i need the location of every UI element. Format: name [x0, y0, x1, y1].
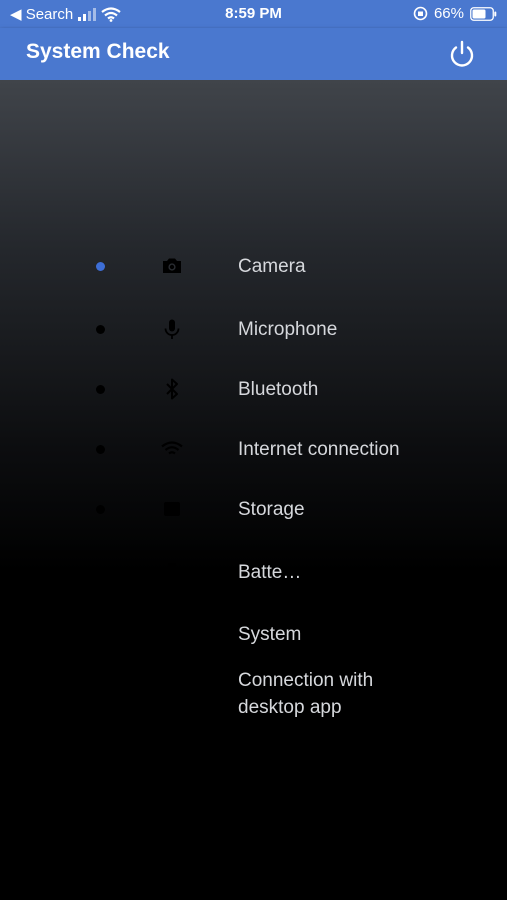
system-icon [166, 625, 178, 643]
wifi-icon [161, 441, 183, 455]
status-dot [96, 325, 105, 334]
desktop-icon [163, 687, 181, 703]
page-title: System Check [26, 40, 170, 63]
status-dot [96, 691, 105, 700]
check-label-system: System [238, 624, 302, 645]
check-label-battery: Batte… [238, 562, 302, 583]
status-dot [96, 630, 105, 639]
bluetooth-icon [166, 378, 178, 400]
status-right: 66% [413, 5, 497, 22]
status-dot [96, 385, 105, 394]
check-label-camera: Camera [238, 256, 306, 277]
check-label-microphone: Microphone [238, 319, 338, 340]
status-dot [96, 445, 105, 454]
check-label-desktop-connection: Connection with desktop app [238, 670, 374, 718]
check-label-internet: Internet connection [238, 439, 400, 460]
camera-icon [163, 258, 181, 273]
status-dot [96, 262, 105, 271]
battery-icon [470, 6, 497, 21]
microphone-icon [164, 319, 180, 339]
storage-icon [164, 502, 180, 516]
system-check-list: Camera Microphone Bluetooth Internet con… [0, 80, 507, 900]
battery-check-icon [168, 563, 176, 581]
status-bar: ◀ Search 8:59 PM 66% [0, 0, 507, 28]
battery-percent: 66% [433, 5, 464, 22]
orientation-lock-icon [413, 6, 428, 21]
status-dot [96, 568, 105, 577]
check-label-storage: Storage [238, 499, 305, 520]
power-icon[interactable] [447, 39, 477, 69]
check-label-bluetooth: Bluetooth [238, 379, 319, 400]
app-bar: System Check [0, 28, 507, 80]
status-dot [96, 505, 105, 514]
